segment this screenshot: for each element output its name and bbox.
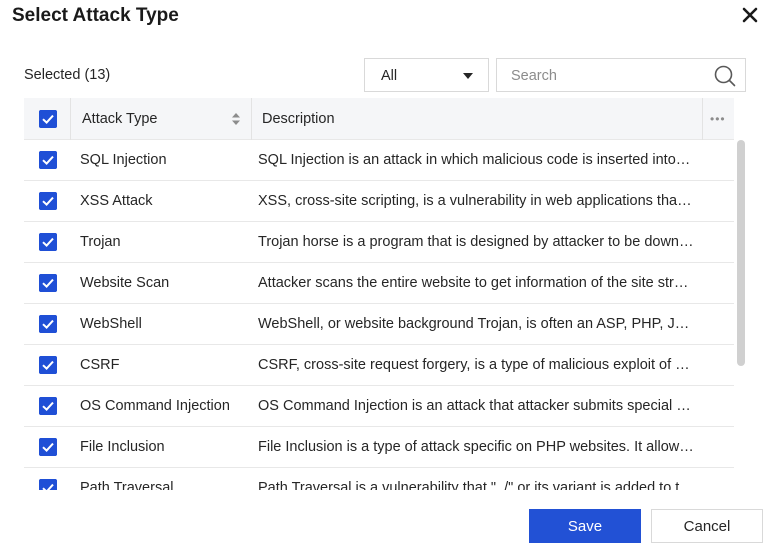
row-attack-type: WebShell bbox=[80, 316, 142, 332]
close-icon[interactable] bbox=[740, 5, 760, 25]
row-description: File Inclusion is a type of attack speci… bbox=[258, 439, 694, 455]
cancel-button[interactable]: Cancel bbox=[651, 509, 763, 543]
table-body: SQL Injection SQL Injection is an attack … bbox=[24, 140, 734, 490]
search-box[interactable] bbox=[496, 58, 746, 92]
checkbox-checked-icon bbox=[39, 315, 57, 333]
selected-count-label: Selected (13) bbox=[24, 67, 111, 83]
checkbox-checked-icon bbox=[39, 110, 57, 128]
row-description: SQL Injection is an attack in which mali… bbox=[258, 152, 694, 168]
table-row[interactable]: WebShell WebShell, or website background … bbox=[24, 304, 734, 345]
column-header-description: Description bbox=[262, 111, 335, 127]
column-divider bbox=[251, 98, 252, 140]
table-row[interactable]: OS Command Injection OS Command Injection… bbox=[24, 386, 734, 427]
row-description: WebShell, or website background Trojan, … bbox=[258, 316, 694, 332]
search-input[interactable] bbox=[511, 66, 701, 86]
row-checkbox[interactable] bbox=[39, 233, 57, 251]
row-description: Attacker scans the entire website to get… bbox=[258, 275, 694, 291]
sort-icon[interactable] bbox=[231, 112, 241, 126]
checkbox-checked-icon bbox=[39, 192, 57, 210]
row-checkbox[interactable] bbox=[39, 151, 57, 169]
row-checkbox[interactable] bbox=[39, 315, 57, 333]
checkbox-checked-icon bbox=[39, 274, 57, 292]
row-checkbox[interactable] bbox=[39, 397, 57, 415]
row-attack-type: Path Traversal bbox=[80, 480, 174, 490]
attack-type-table: Attack Type Description ••• SQL Injectio… bbox=[24, 98, 734, 490]
scrollbar-thumb[interactable] bbox=[737, 140, 745, 366]
row-description: CSRF, cross-site request forgery, is a t… bbox=[258, 357, 694, 373]
checkbox-checked-icon bbox=[39, 151, 57, 169]
table-scrollbar[interactable] bbox=[736, 140, 746, 490]
row-checkbox[interactable] bbox=[39, 438, 57, 456]
table-row[interactable]: CSRF CSRF, cross-site request forgery, is… bbox=[24, 345, 734, 386]
row-attack-type: OS Command Injection bbox=[80, 398, 230, 414]
row-description: XSS, cross-site scripting, is a vulnerab… bbox=[258, 193, 694, 209]
table-row[interactable]: XSS Attack XSS, cross-site scripting, is … bbox=[24, 181, 734, 222]
column-divider bbox=[70, 98, 71, 140]
table-row[interactable]: Website Scan Attacker scans the entire we… bbox=[24, 263, 734, 304]
checkbox-checked-icon bbox=[39, 356, 57, 374]
row-description: OS Command Injection is an attack that a… bbox=[258, 398, 694, 414]
column-divider bbox=[702, 98, 703, 140]
checkbox-checked-icon bbox=[39, 438, 57, 456]
search-icon[interactable] bbox=[713, 64, 737, 88]
row-checkbox[interactable] bbox=[39, 479, 57, 490]
more-options-icon[interactable]: ••• bbox=[710, 113, 726, 125]
table-header: Attack Type Description ••• bbox=[24, 98, 734, 140]
caret-down-icon bbox=[463, 73, 473, 79]
row-checkbox[interactable] bbox=[39, 274, 57, 292]
checkbox-checked-icon bbox=[39, 233, 57, 251]
table-row[interactable]: Path Traversal Path Traversal is a vulner… bbox=[24, 468, 734, 490]
row-checkbox[interactable] bbox=[39, 192, 57, 210]
column-header-attack-type[interactable]: Attack Type bbox=[82, 111, 158, 127]
row-checkbox[interactable] bbox=[39, 356, 57, 374]
row-description: Path Traversal is a vulnerability that "… bbox=[258, 480, 694, 490]
row-description: Trojan horse is a program that is design… bbox=[258, 234, 694, 250]
row-attack-type: XSS Attack bbox=[80, 193, 153, 209]
row-attack-type: SQL Injection bbox=[80, 152, 167, 168]
table-row[interactable]: SQL Injection SQL Injection is an attack … bbox=[24, 140, 734, 181]
row-attack-type: CSRF bbox=[80, 357, 120, 373]
table-row[interactable]: Trojan Trojan horse is a program that is … bbox=[24, 222, 734, 263]
row-attack-type: File Inclusion bbox=[80, 439, 165, 455]
filter-dropdown[interactable]: All bbox=[364, 58, 489, 92]
checkbox-checked-icon bbox=[39, 397, 57, 415]
row-attack-type: Website Scan bbox=[80, 275, 170, 291]
checkbox-checked-icon bbox=[39, 479, 57, 490]
table-row[interactable]: File Inclusion File Inclusion is a type o… bbox=[24, 427, 734, 468]
dialog-title: Select Attack Type bbox=[12, 5, 179, 26]
save-button[interactable]: Save bbox=[529, 509, 641, 543]
row-attack-type: Trojan bbox=[80, 234, 121, 250]
filter-dropdown-value: All bbox=[381, 68, 398, 84]
select-all-checkbox[interactable] bbox=[39, 110, 57, 128]
